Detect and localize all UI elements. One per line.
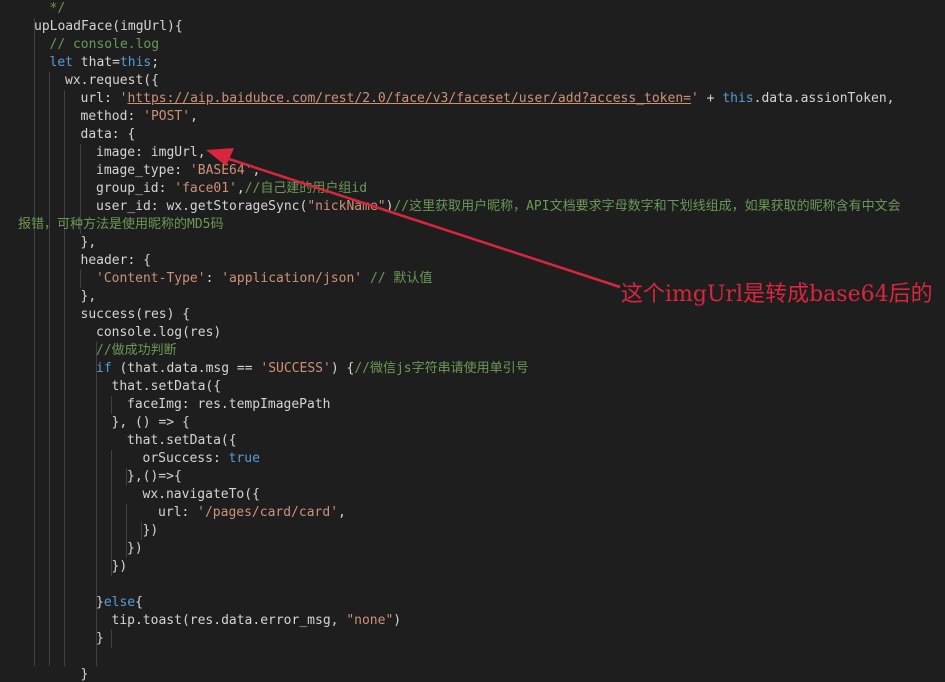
code-editor[interactable]: */upLoadFace(imgUrl){// console.log let t… <box>0 0 945 682</box>
annotation-arrow-icon <box>206 148 621 289</box>
annotation-label: 这个imgUrl是转成base64后的 <box>621 282 933 307</box>
